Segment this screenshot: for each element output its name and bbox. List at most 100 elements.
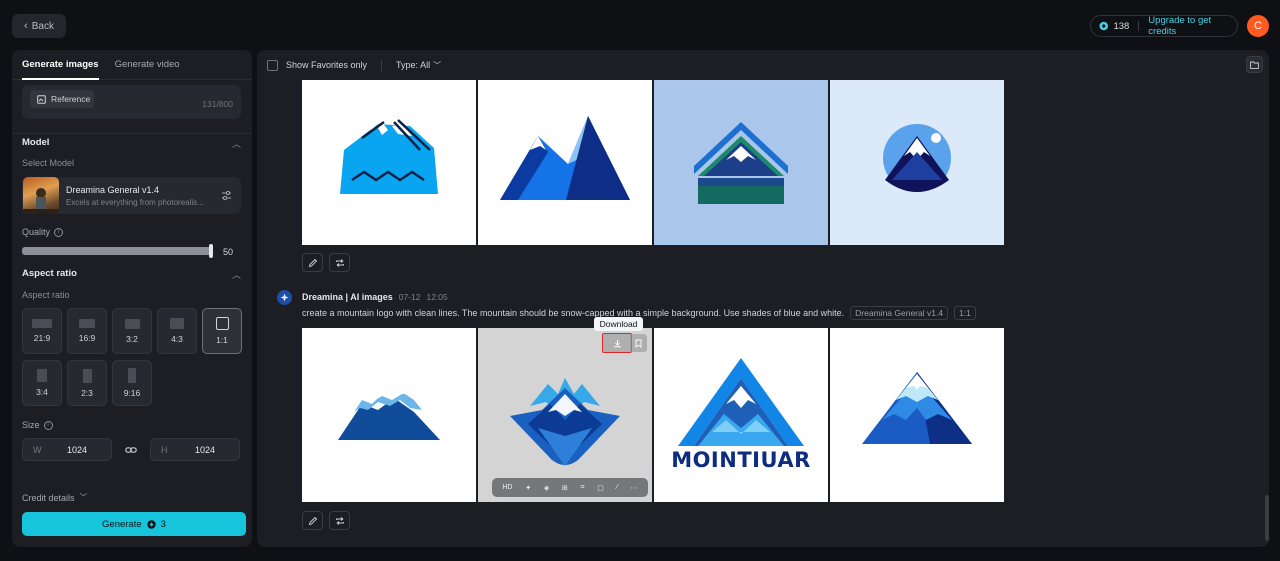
model-section-header[interactable]: Model ︿ — [22, 137, 241, 150]
bookmark-button[interactable] — [630, 334, 647, 352]
expand-icon[interactable]: ⊞ — [562, 484, 568, 492]
aspect-option-16-9[interactable]: 16:9 — [67, 308, 107, 354]
generation-author: Dreamina | AI images — [302, 292, 393, 302]
generate-cost: 3 — [160, 518, 166, 530]
info-icon[interactable]: i — [43, 420, 53, 430]
quality-slider-track[interactable] — [22, 247, 212, 255]
settings-sliders-icon[interactable] — [221, 190, 232, 201]
favorites-checkbox[interactable] — [267, 59, 278, 71]
bookmark-icon — [635, 339, 642, 348]
aspect-ratio-section-title: Aspect ratio — [22, 268, 77, 279]
ratio-shape-icon — [124, 318, 140, 329]
generation-prompt[interactable]: create a mountain logo with clean lines.… — [302, 308, 844, 318]
aspect-label: 16:9 — [78, 333, 96, 343]
info-icon[interactable]: i — [54, 227, 64, 237]
model-section-title: Model — [22, 137, 50, 148]
pencil-icon — [308, 516, 317, 525]
aspect-label: 9:16 — [123, 388, 141, 398]
link-icon[interactable] — [125, 444, 137, 456]
aspect-option-4-3[interactable]: 4:3 — [157, 308, 197, 354]
reference-button[interactable]: Reference — [30, 90, 94, 108]
generated-image[interactable] — [302, 80, 476, 245]
dreamina-logo-icon — [277, 290, 292, 305]
regenerate-button[interactable] — [329, 253, 350, 272]
chevron-up-icon: ︿ — [231, 270, 241, 280]
generate-button[interactable]: Generate 3 — [22, 512, 246, 536]
credits-pill[interactable]: 138 Upgrade to get credits — [1090, 15, 1238, 37]
upgrade-link[interactable]: Upgrade to get credits — [1148, 15, 1237, 37]
ratio-chip: 1:1 — [954, 306, 976, 320]
width-input[interactable]: W 1024 — [22, 438, 112, 461]
credit-details-label: Credit details — [22, 492, 75, 503]
mountain-logo-image — [510, 378, 620, 466]
size-label: Size — [22, 420, 40, 430]
height-input[interactable]: H 1024 — [150, 438, 240, 461]
tab-generate-video[interactable]: Generate video — [115, 59, 180, 70]
folder-button[interactable] — [1246, 56, 1263, 73]
back-button[interactable]: ‹ Back — [12, 14, 66, 38]
aspect-label: 1:1 — [216, 335, 228, 345]
aspect-option-3-2[interactable]: 3:2 — [112, 308, 152, 354]
ratio-shape-icon — [37, 369, 47, 382]
generated-image[interactable]: MOINTIUAR — [654, 328, 828, 502]
scrollbar[interactable] — [1265, 495, 1269, 541]
back-label: Back — [31, 20, 54, 32]
generate-panel: Generate images Generate video Reference… — [12, 50, 252, 547]
generated-image-hovered[interactable] — [478, 328, 652, 502]
ratio-shape-icon — [215, 317, 229, 330]
tab-generate-images[interactable]: Generate images — [22, 50, 99, 80]
frame-icon[interactable]: ▢ — [597, 484, 604, 492]
pencil-icon — [308, 258, 317, 267]
aspect-option-3-4[interactable]: 3:4 — [22, 360, 62, 406]
aspect-ratio-label: Aspect ratio — [22, 290, 70, 300]
edit-button[interactable] — [302, 511, 323, 530]
avatar[interactable]: C — [1247, 15, 1269, 37]
model-name: Dreamina General v1.4 — [66, 185, 160, 195]
generated-image[interactable] — [830, 80, 1004, 245]
more-icon[interactable]: ⋯ — [631, 484, 638, 492]
aspect-ratio-section-header[interactable]: Aspect ratio ︿ — [22, 268, 241, 281]
show-favorites-label[interactable]: Show Favorites only — [286, 60, 367, 70]
quality-label: Quality — [22, 227, 51, 237]
aspect-label: 4:3 — [171, 334, 183, 344]
aspect-label: 3:2 — [126, 333, 138, 344]
credit-details-toggle[interactable]: Credit details ﹀ — [22, 492, 88, 503]
quality-label-row: Quality i — [22, 227, 64, 237]
hd-upscale-button[interactable]: HD — [502, 484, 512, 491]
type-filter-label: Type: All — [396, 60, 431, 70]
download-button[interactable] — [602, 333, 632, 353]
aspect-option-21-9[interactable]: 21:9 — [22, 308, 62, 354]
aspect-option-9-16[interactable]: 9:16 — [112, 360, 152, 406]
image-hover-toolbar: HD ✦ ◈ ⊞ ⌗ ▢ ⁄ ⋯ — [492, 478, 648, 497]
generated-image[interactable] — [830, 328, 1004, 502]
brush-icon[interactable]: ⁄ — [617, 484, 618, 491]
mountain-logo-image — [338, 388, 440, 440]
generated-image[interactable] — [478, 80, 652, 245]
generated-image[interactable] — [654, 80, 828, 245]
aspect-label: 21:9 — [33, 333, 51, 343]
aspect-option-1-1[interactable]: 1:1 — [202, 308, 242, 354]
quality-slider-handle[interactable] — [209, 244, 213, 258]
regenerate-button[interactable] — [329, 511, 350, 530]
aspect-option-2-3[interactable]: 2:3 — [67, 360, 107, 406]
chevron-left-icon: ‹ — [24, 20, 28, 32]
aspect-label: 3:4 — [36, 387, 48, 397]
aspect-ratio-row-1: 21:9 16:9 3:2 4:3 1:1 — [22, 308, 242, 354]
height-label: H — [161, 444, 168, 455]
generated-image[interactable] — [302, 328, 476, 502]
crop-icon[interactable]: ⌗ — [581, 484, 585, 492]
repeat-icon — [335, 258, 344, 267]
generation-date: 07-12 — [398, 292, 421, 302]
edit-button[interactable] — [302, 253, 323, 272]
quality-value: 50 — [223, 247, 234, 257]
char-counter: 131/800 — [202, 99, 233, 109]
logo-wordmark: MOINTIUAR — [671, 448, 811, 472]
model-selector[interactable]: Dreamina General v1.4 Excels at everythi… — [22, 177, 241, 214]
ratio-shape-icon — [82, 368, 92, 383]
mountain-logo-image — [340, 119, 438, 194]
type-filter-dropdown[interactable]: Type: All ﹀ — [396, 60, 441, 71]
eraser-icon[interactable]: ◈ — [544, 484, 549, 492]
magic-wand-icon[interactable]: ✦ — [525, 484, 531, 492]
ratio-shape-icon — [170, 318, 184, 329]
prompt-box[interactable]: Reference 131/800 — [22, 85, 241, 119]
